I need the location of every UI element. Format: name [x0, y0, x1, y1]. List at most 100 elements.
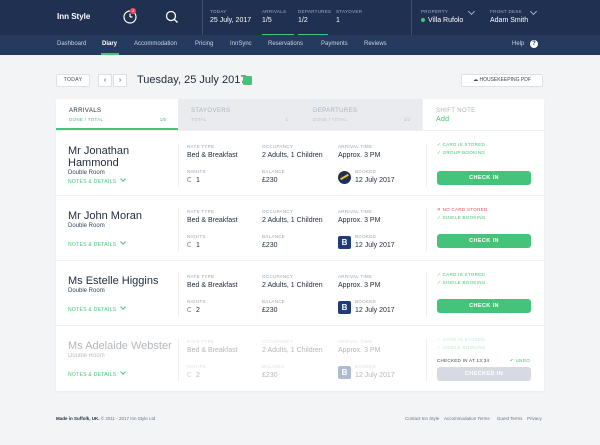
tab-shift-note[interactable]: SHIFT NOTE Add [422, 99, 544, 130]
notes-details-toggle[interactable]: NOTES & DETAILS [68, 304, 127, 313]
nav-pricing[interactable]: Pricing [195, 41, 213, 47]
arrival-time-value: Approx. 3 PM [338, 152, 381, 159]
divider [202, 0, 203, 35]
notes-details-toggle[interactable]: NOTES & DETAILS [68, 176, 127, 185]
occupancy-label: OCCUPANCY [262, 274, 294, 279]
stat-label: ARRIVALS [262, 9, 287, 14]
rate-label: RATE TYPE [187, 274, 215, 279]
help-icon[interactable]: ? [530, 40, 538, 48]
nav-payments[interactable]: Payments [321, 41, 348, 47]
nights-label: NIGHTS [187, 234, 206, 239]
nights-value: 1 [196, 242, 200, 249]
nav-innsync[interactable]: InnSync [230, 41, 252, 47]
check-in-button[interactable]: CHECK IN [437, 299, 531, 313]
tab-title: SHIFT NOTE [436, 108, 476, 114]
front-desk-selector[interactable]: FRONT DESK Adam Smith [490, 9, 528, 24]
tab-count: 1/5 [159, 117, 166, 122]
tab-departures[interactable]: DEPARTURES DONE / TOTAL 1/2 [300, 99, 422, 130]
nights-label: NIGHTS [187, 364, 206, 369]
guest-name[interactable]: Ms Estelle Higgins [68, 275, 178, 287]
search-icon[interactable] [164, 9, 180, 25]
balance-label: BALANCE [262, 234, 286, 239]
check-in-button[interactable]: CHECK IN [437, 171, 531, 185]
footer-link-contact[interactable]: Contact Inn Style [405, 416, 439, 421]
status-dot [421, 18, 425, 23]
tab-subtitle: TOTAL [191, 117, 207, 122]
chevron-down-icon [120, 369, 127, 375]
check-in-button[interactable]: CHECK IN [437, 234, 531, 248]
guest-name[interactable]: Mr John Moran [68, 210, 178, 222]
booked-label: BOOKED [355, 169, 377, 174]
nav-dashboard[interactable]: Dashboard [57, 41, 86, 47]
tab-stayovers[interactable]: STAYOVERS TOTAL 1 [178, 99, 300, 130]
moon-icon [187, 177, 192, 182]
undo-check-in-link[interactable]: ↶ UNDO [510, 358, 530, 364]
occupancy-label: OCCUPANCY [262, 339, 294, 344]
stat-stayover: STAYOVER 1 [336, 9, 362, 24]
occupancy-value: 2 Adults, 1 Children [262, 347, 323, 354]
booking-type: ✓ SINGLE BOOKING [437, 280, 486, 285]
footer-link-accommodation-terms[interactable]: Accommodation Terms [444, 416, 490, 421]
housekeeping-pdf-button[interactable]: ☁ HOUSEKEEPING PDF [461, 74, 543, 87]
nav-reviews[interactable]: Reviews [364, 41, 387, 47]
booking-source-logo: B [338, 301, 351, 314]
moon-icon [187, 242, 192, 247]
arrival-row: Ms Estelle Higgins Double Room NOTES & D… [56, 260, 544, 325]
notes-label: NOTES & DETAILS [68, 372, 117, 378]
arrival-time-label: ARRIVAL TIME [338, 144, 373, 149]
property-selector[interactable]: PROPERTY Villa Rufolo [421, 9, 463, 24]
moon-icon [187, 372, 192, 377]
prev-day-button[interactable]: ‹ [98, 74, 112, 87]
next-day-button[interactable]: › [113, 74, 127, 87]
booked-label: BOOKED [355, 299, 377, 304]
arrival-time-label: ARRIVAL TIME [338, 274, 373, 279]
chevron-down-icon [120, 176, 127, 182]
stat-today: TODAY 25 July, 2017 [210, 9, 251, 24]
notes-details-toggle[interactable]: NOTES & DETAILS [68, 369, 127, 378]
chevron-down-icon[interactable] [467, 7, 476, 16]
tab-arrivals[interactable]: ARRIVALS DONE / TOTAL 1/5 [56, 99, 178, 130]
balance-value: £230 [262, 372, 278, 379]
booking-source-logo: B [338, 236, 351, 249]
stat-value: 1 [336, 17, 340, 24]
divider [426, 208, 427, 252]
nights-label: NIGHTS [187, 299, 206, 304]
arrival-time-label: ARRIVAL TIME [338, 339, 373, 344]
checked-in-button: CHECKED IN [437, 367, 531, 381]
room-type: Double Room [68, 170, 105, 176]
calendar-icon[interactable] [243, 76, 252, 85]
divider [178, 273, 179, 317]
notes-details-toggle[interactable]: NOTES & DETAILS [68, 239, 127, 248]
nav-diary[interactable]: Diary [102, 41, 117, 47]
tab-count: 1 [285, 117, 288, 122]
booked-value: 12 July 2017 [355, 242, 395, 249]
footer-link-privacy[interactable]: Privacy [527, 416, 542, 421]
housekeeping-label: HOUSEKEEPING PDF [479, 77, 531, 83]
guest-name[interactable]: Mr Jonathan Hammond [68, 145, 178, 169]
rate-label: RATE TYPE [187, 339, 215, 344]
card-status: ✓ CARD IS STORED [437, 337, 485, 342]
divider [178, 143, 179, 187]
room-type: Double Room [68, 288, 105, 294]
today-button[interactable]: TODAY [56, 74, 90, 87]
diary-card: ARRIVALS DONE / TOTAL 1/5 STAYOVERS TOTA… [56, 99, 544, 391]
top-bar: Inn Style 3 TODAY 25 July, 2017 ARRIVALS… [0, 0, 600, 36]
app-logo[interactable]: Inn Style [57, 12, 90, 21]
nav-reservations[interactable]: Reservations [268, 41, 303, 47]
moon-icon [187, 307, 192, 312]
footer-link-guest-terms[interactable]: Guest Terms [497, 416, 522, 421]
desk-label: FRONT DESK [490, 9, 522, 14]
arrival-time-value: Approx. 3 PM [338, 347, 381, 354]
nav-accommodation[interactable]: Accommodation [134, 41, 177, 47]
guest-name[interactable]: Ms Adelaide Webster [68, 340, 178, 352]
occupancy-label: OCCUPANCY [262, 144, 294, 149]
help-link[interactable]: Help [512, 41, 524, 47]
chevron-down-icon[interactable] [529, 7, 538, 16]
add-shift-note-link[interactable]: Add [436, 116, 449, 123]
notes-label: NOTES & DETAILS [68, 179, 117, 185]
occupancy-value: 2 Adults, 1 Children [262, 282, 323, 289]
stat-value: 1/2 [298, 17, 308, 24]
stat-value: 25 July, 2017 [210, 17, 252, 24]
booked-value: 12 July 2017 [355, 372, 395, 379]
divider [426, 143, 427, 187]
